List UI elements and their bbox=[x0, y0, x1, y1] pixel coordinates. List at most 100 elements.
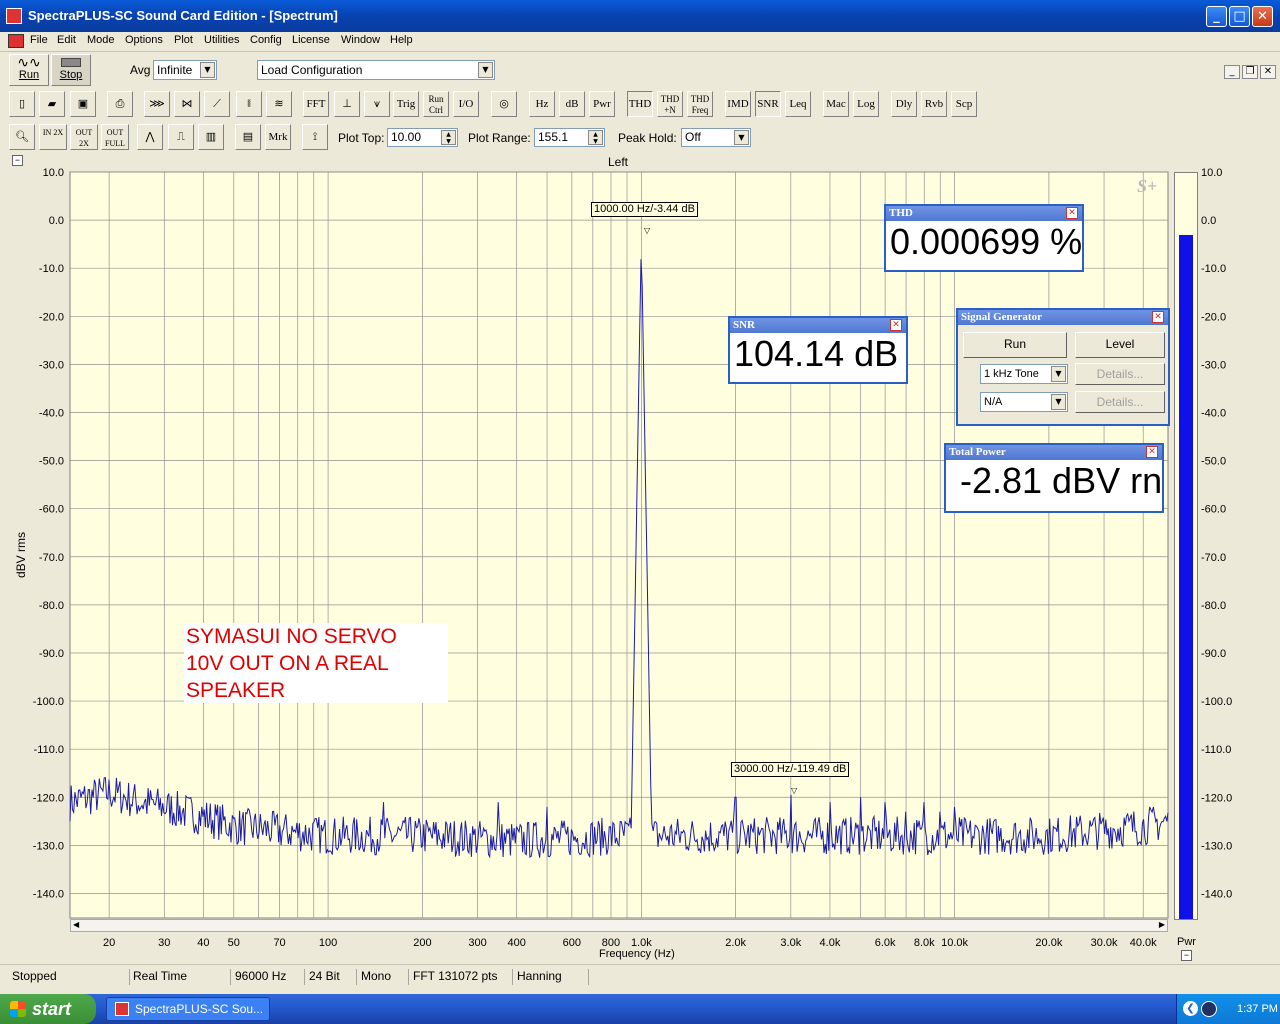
y-tick-label: 10.0 bbox=[43, 167, 64, 179]
spectraplus-logo: S+ bbox=[1137, 176, 1158, 196]
harmonic-marker-label: 3000.00 Hz/-119.49 dB bbox=[731, 762, 850, 777]
y-tick-label: -50.0 bbox=[39, 456, 64, 468]
x-tick-label: 3.0k bbox=[780, 937, 801, 949]
x-tick-label: 50 bbox=[228, 937, 240, 949]
pwr-tick-label: -70.0 bbox=[1201, 552, 1226, 564]
pwr-collapse-icon[interactable]: − bbox=[1181, 950, 1192, 961]
close-icon[interactable]: ✕ bbox=[890, 319, 902, 331]
tray-app-icon[interactable] bbox=[1201, 1001, 1217, 1017]
status-sample-rate: 96000 Hz bbox=[231, 969, 305, 985]
status-fft-size: FFT 131072 pts bbox=[409, 969, 513, 985]
x-tick-label: 70 bbox=[273, 937, 285, 949]
x-tick-label: 100 bbox=[319, 937, 337, 949]
peak-marker-label: 1000.00 Hz/-3.44 dB bbox=[591, 202, 698, 217]
siggen-run-button[interactable]: Run bbox=[963, 332, 1067, 358]
status-run-state: Stopped bbox=[8, 969, 130, 985]
y-tick-label: -70.0 bbox=[39, 552, 64, 564]
pwr-tick-label: -20.0 bbox=[1201, 311, 1226, 323]
annotation-line-1: SYMASUI NO SERVO bbox=[186, 625, 397, 648]
app-icon bbox=[115, 1002, 129, 1016]
details-button-1[interactable]: Details... bbox=[1075, 363, 1165, 385]
y-tick-label: -30.0 bbox=[39, 359, 64, 371]
scroll-left-icon[interactable]: ◀ bbox=[73, 920, 79, 929]
plot-background bbox=[69, 171, 1169, 919]
x-tick-label: 8.0k bbox=[914, 937, 935, 949]
pwr-tick-label: -140.0 bbox=[1201, 888, 1232, 900]
x-tick-label: 2.0k bbox=[725, 937, 746, 949]
y-tick-labels: 10.0 0.0 -10.0 -20.0 -30.0 -40.0 -50.0 -60.0 -70… bbox=[33, 167, 64, 900]
x-tick-label: 40.0k bbox=[1130, 937, 1157, 949]
system-tray: ❮ 1:37 PM bbox=[1176, 994, 1280, 1024]
power-meter bbox=[1174, 172, 1198, 920]
y-tick-label: -40.0 bbox=[39, 407, 64, 419]
taskbar-item-label: SpectraPLUS-SC Sou... bbox=[135, 1002, 264, 1016]
total-power-title: Total Power bbox=[949, 446, 1006, 458]
pwr-tick-label: -40.0 bbox=[1201, 407, 1226, 419]
start-button[interactable]: start bbox=[0, 994, 96, 1024]
x-axis-label: Frequency (Hz) bbox=[599, 948, 675, 960]
x-tick-label: 6.0k bbox=[875, 937, 896, 949]
pwr-tick-label: -130.0 bbox=[1201, 840, 1232, 852]
power-tick-labels: 10.0 0.0 -10.0 -20.0 -30.0 -40.0 -50.0 -60.0 -70… bbox=[1201, 167, 1232, 900]
pwr-tick-label: -80.0 bbox=[1201, 600, 1226, 612]
y-tick-label: -130.0 bbox=[33, 840, 64, 852]
y-tick-label: -80.0 bbox=[39, 600, 64, 612]
x-tick-label: 10.0k bbox=[941, 937, 968, 949]
snr-window[interactable]: SNR ✕ 104.14 dB bbox=[728, 316, 908, 384]
total-power-value: -2.81 dBV rn bbox=[960, 460, 1162, 501]
windows-logo-icon bbox=[10, 1001, 26, 1017]
y-tick-label: -90.0 bbox=[39, 648, 64, 660]
siggen-level-button[interactable]: Level bbox=[1075, 332, 1165, 358]
pwr-tick-label: -50.0 bbox=[1201, 456, 1226, 468]
pwr-tick-label: -60.0 bbox=[1201, 504, 1226, 516]
marker-triangle-icon: ▽ bbox=[791, 786, 798, 795]
x-tick-label: 20 bbox=[103, 937, 115, 949]
pwr-tick-label: 10.0 bbox=[1201, 167, 1222, 179]
na-value: N/A bbox=[984, 396, 1003, 408]
status-mode: Real Time bbox=[129, 969, 231, 985]
scroll-right-icon[interactable]: ▶ bbox=[1159, 920, 1165, 929]
pwr-label: Pwr bbox=[1177, 936, 1196, 948]
x-tick-label: 400 bbox=[508, 937, 526, 949]
pwr-tick-label: 0.0 bbox=[1201, 215, 1216, 227]
y-tick-label: -110.0 bbox=[34, 744, 64, 756]
total-power-window[interactable]: Total Power ✕ -2.81 dBV rn bbox=[944, 443, 1164, 513]
annotation-line-2: 10V OUT ON A REAL bbox=[186, 652, 389, 675]
y-tick-label: -100.0 bbox=[33, 696, 64, 708]
tone-select[interactable]: 1 kHz Tone ▼ bbox=[980, 364, 1068, 384]
y-tick-label: 0.0 bbox=[49, 215, 64, 227]
close-icon[interactable]: ✕ bbox=[1066, 207, 1078, 219]
signal-generator-window[interactable]: Signal Generator ✕ Run Level 1 kHz Tone ▼ … bbox=[956, 308, 1170, 426]
y-tick-label: -120.0 bbox=[33, 792, 64, 804]
close-icon[interactable]: ✕ bbox=[1146, 446, 1158, 458]
na-select[interactable]: N/A ▼ bbox=[980, 392, 1068, 412]
power-meter-fill bbox=[1179, 234, 1193, 919]
horizontal-scrollbar[interactable]: ◀ ▶ bbox=[70, 919, 1168, 932]
x-tick-label: 300 bbox=[468, 937, 486, 949]
tone-value: 1 kHz Tone bbox=[984, 368, 1039, 380]
chevron-down-icon: ▼ bbox=[1051, 366, 1066, 382]
taskbar-item-spectraplus[interactable]: SpectraPLUS-SC Sou... bbox=[106, 997, 270, 1021]
details-button-2[interactable]: Details... bbox=[1075, 391, 1165, 413]
x-tick-label: 30.0k bbox=[1091, 937, 1118, 949]
thd-window[interactable]: THD ✕ 0.000699 % bbox=[884, 204, 1084, 272]
annotation-line-3: SPEAKER bbox=[186, 679, 286, 702]
clock[interactable]: 1:37 PM bbox=[1237, 1003, 1278, 1015]
y-tick-label: -20.0 bbox=[39, 311, 64, 323]
annotation-text-box[interactable]: SYMASUI NO SERVO 10V OUT ON A REAL SPEAK… bbox=[184, 623, 448, 703]
pwr-tick-label: -110.0 bbox=[1201, 744, 1231, 756]
y-tick-label: -140.0 bbox=[33, 888, 64, 900]
close-icon[interactable]: ✕ bbox=[1152, 311, 1164, 323]
chevron-down-icon: ▼ bbox=[1051, 394, 1066, 410]
snr-title: SNR bbox=[733, 319, 756, 331]
thd-title: THD bbox=[889, 207, 913, 219]
taskbar: start SpectraPLUS-SC Sou... ❮ 1:37 PM bbox=[0, 994, 1280, 1024]
y-tick-label: -10.0 bbox=[39, 263, 64, 275]
start-label: start bbox=[32, 999, 72, 1019]
tray-expand-icon[interactable]: ❮ bbox=[1183, 1001, 1198, 1016]
status-channels: Mono bbox=[357, 969, 409, 985]
status-window: Hanning bbox=[513, 969, 589, 985]
thd-value: 0.000699 % bbox=[890, 221, 1082, 262]
snr-value: 104.14 dB bbox=[734, 333, 899, 374]
status-bar: Stopped Real Time 96000 Hz 24 Bit Mono F… bbox=[0, 964, 1280, 988]
